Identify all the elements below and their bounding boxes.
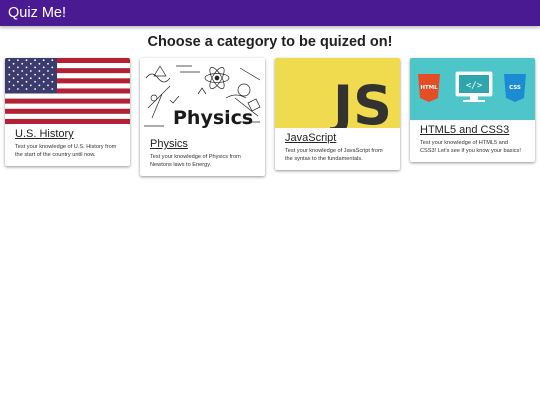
category-title-html-css[interactable]: HTML5 and CSS3 [420, 124, 525, 136]
page-heading: Choose a category to be quized on! [147, 34, 393, 50]
app-bar: Quiz Me! [0, 0, 540, 26]
category-card-javascript[interactable]: JS JavaScript Test your knowledge of Jav… [275, 58, 400, 170]
category-cards: U.S. History Test your knowledge of U.S.… [0, 58, 540, 188]
category-card-physics[interactable]: Physics Physics Test your knowledge of P… [140, 58, 265, 176]
code-symbol-text: </> [466, 81, 483, 91]
category-description-javascript: Test your knowledge of JavaScript from t… [285, 148, 383, 163]
category-description-html-css: Test your knowledge of HTML5 and CSS3! L… [420, 140, 521, 155]
category-card-html-css[interactable]: HTML </> CSS HTML5 and CSS3 Test your kn… [410, 58, 535, 162]
us-flag-image [5, 58, 130, 124]
css-badge-text: CSS [509, 85, 521, 91]
html-css-image: HTML </> CSS [410, 58, 535, 120]
physics-doodle-image: Physics [140, 58, 265, 134]
category-title-us-history[interactable]: U.S. History [15, 128, 120, 140]
javascript-logo-image: JS [275, 58, 400, 128]
html-badge-text: HTML [420, 85, 438, 91]
category-title-physics[interactable]: Physics [150, 138, 255, 150]
category-title-javascript[interactable]: JavaScript [285, 132, 390, 144]
js-logo-text: JS [329, 74, 392, 128]
category-description-physics: Test your knowledge of Physics from Newt… [150, 154, 241, 169]
category-description-us-history: Test your knowledge of U.S. History from… [15, 144, 117, 159]
app-title[interactable]: Quiz Me! [8, 5, 66, 21]
physics-word: Physics [173, 107, 253, 129]
category-card-us-history[interactable]: U.S. History Test your knowledge of U.S.… [5, 58, 130, 166]
